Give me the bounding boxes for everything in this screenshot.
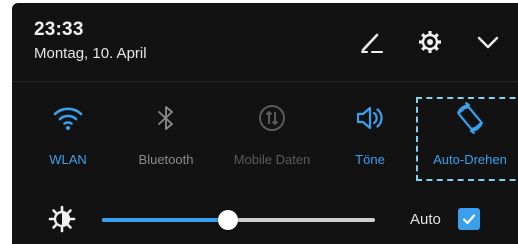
toggle-wlan[interactable]: WLAN	[22, 93, 114, 173]
current-date: Montag, 10. April	[34, 45, 147, 62]
checkmark-icon	[462, 214, 476, 225]
chevron-down-icon	[477, 36, 499, 49]
edit-pencil-icon	[361, 33, 383, 53]
wifi-icon	[51, 101, 85, 135]
gear-icon	[419, 31, 441, 53]
toggle-mobile-data[interactable]: Mobile Daten	[226, 93, 318, 173]
expand-button[interactable]	[473, 27, 503, 57]
panel-header: 23:33 Montag, 10. April	[12, 3, 518, 79]
toggle-label: Bluetooth	[138, 152, 194, 167]
toggle-bluetooth[interactable]: Bluetooth	[120, 93, 212, 173]
toggle-label: WLAN	[49, 152, 87, 167]
edit-button[interactable]	[357, 27, 387, 57]
toggle-auto-rotate[interactable]: Auto-Drehen	[424, 93, 516, 173]
settings-button[interactable]	[415, 27, 445, 57]
brightness-control: Auto	[12, 199, 518, 239]
mobile-data-icon	[255, 101, 289, 135]
toggle-label: Auto-Drehen	[433, 152, 507, 167]
auto-brightness-label: Auto	[410, 211, 441, 228]
header-divider	[12, 81, 518, 82]
brightness-icon	[48, 205, 76, 233]
notification-panel: 23:33 Montag, 10. April WLAN Bluetooth M…	[12, 3, 518, 244]
auto-rotate-icon	[453, 101, 487, 135]
toggle-label: Mobile Daten	[233, 152, 311, 167]
speaker-icon	[353, 101, 387, 135]
auto-brightness-checkbox[interactable]	[458, 208, 480, 230]
toggle-sound[interactable]: Töne	[324, 93, 416, 173]
brightness-slider-thumb[interactable]	[217, 210, 238, 230]
bluetooth-icon	[149, 101, 183, 135]
clock-time: 23:33	[34, 19, 84, 40]
toggle-label: Töne	[355, 152, 385, 167]
brightness-slider-fill	[102, 218, 228, 222]
brightness-slider[interactable]	[102, 210, 375, 230]
quick-toggles: WLAN Bluetooth Mobile Daten Töne Auto-Dr…	[12, 93, 518, 183]
